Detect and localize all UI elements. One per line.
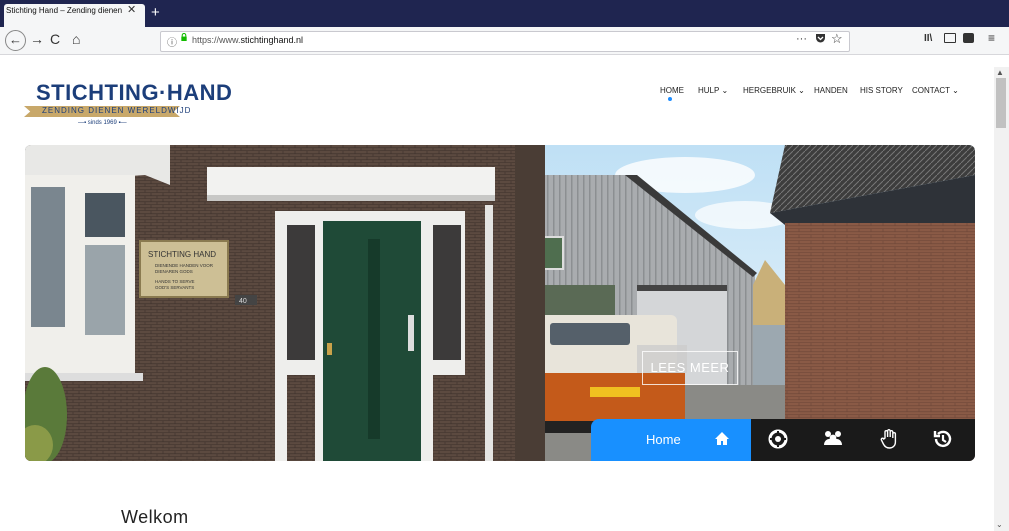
menu-label: HOME bbox=[660, 86, 684, 95]
sidebar-icon[interactable] bbox=[944, 33, 956, 43]
logo-since-text: sinds 1969 bbox=[87, 120, 117, 126]
site-logo-title[interactable]: STICHTING·HAND bbox=[36, 80, 232, 106]
house-number: 40 bbox=[239, 298, 247, 305]
hero-nav-home-label[interactable]: Home bbox=[646, 432, 681, 447]
hand-icon[interactable] bbox=[877, 428, 899, 450]
url-text[interactable]: https://www.stichtinghand.nl bbox=[192, 35, 303, 45]
chevron-down-icon: ⌄ bbox=[721, 86, 729, 95]
new-tab-button[interactable]: + bbox=[151, 4, 160, 21]
site-info-icon[interactable]: ⓘ bbox=[167, 34, 177, 49]
chevron-down-icon: ⌄ bbox=[798, 86, 805, 95]
menu-label: HERGEBRUIK bbox=[743, 86, 796, 95]
lees-meer-button[interactable]: LEES MEER bbox=[642, 351, 738, 385]
library-icon[interactable]: II\ bbox=[924, 33, 932, 44]
scroll-down-icon[interactable]: ⌄ bbox=[996, 520, 1003, 529]
reload-button[interactable]: C bbox=[50, 31, 60, 47]
lifebuoy-icon[interactable] bbox=[767, 428, 789, 450]
menu-label: HULP bbox=[698, 86, 720, 95]
menu-item-home[interactable]: HOME bbox=[660, 86, 684, 95]
home-button[interactable]: ⌂ bbox=[72, 31, 80, 47]
chevron-down-icon: ⌄ bbox=[952, 86, 959, 95]
hero-image: STICHTING HAND DIENENDE HANDEN VOOR DIEN… bbox=[25, 145, 975, 461]
logo-since: —▪ sinds 1969 ▪— bbox=[78, 120, 127, 126]
scroll-up-icon[interactable]: ▲ bbox=[996, 68, 1004, 77]
back-button[interactable]: ← bbox=[5, 30, 26, 51]
sign-text-2: DIENENDE HANDEN VOOR bbox=[155, 263, 214, 268]
menu-label: CONTACT bbox=[912, 86, 950, 95]
home-icon[interactable] bbox=[714, 431, 730, 447]
history-icon[interactable] bbox=[932, 428, 954, 450]
pocket-icon[interactable] bbox=[815, 33, 826, 43]
group-icon[interactable] bbox=[822, 428, 844, 450]
forward-button[interactable]: → bbox=[30, 31, 44, 47]
menu-item-hergebruik[interactable]: HERGEBRUIK ⌄ bbox=[743, 86, 805, 95]
bookmark-star-icon[interactable]: ☆ bbox=[831, 31, 843, 47]
tab-title[interactable]: Stichting Hand – Zending dienen w bbox=[6, 6, 124, 15]
menu-item-contact[interactable]: CONTACT ⌄ bbox=[912, 86, 959, 95]
logo-tagline: ZENDING DIENEN WERELDWIJD bbox=[42, 106, 192, 115]
extension-icon[interactable] bbox=[963, 33, 974, 43]
page-scrollbar[interactable] bbox=[994, 67, 1009, 531]
menu-item-his-story[interactable]: HIS STORY bbox=[860, 86, 903, 95]
menu-item-hulp[interactable]: HULP ⌄ bbox=[698, 86, 728, 95]
url-prefix: https://www. bbox=[192, 35, 241, 45]
sign-text-5: GOD'S SERVANTS bbox=[155, 285, 194, 290]
sign-text-3: DIENAREN GODS bbox=[155, 269, 193, 274]
hamburger-menu-icon[interactable]: ≡ bbox=[988, 31, 995, 45]
sign-text-4: HANDS TO SERVE bbox=[155, 279, 195, 284]
menu-label: HIS STORY bbox=[860, 86, 903, 95]
scrollbar-thumb[interactable] bbox=[996, 78, 1006, 128]
url-domain: stichtinghand.nl bbox=[240, 35, 304, 45]
lock-icon bbox=[181, 33, 187, 41]
menu-item-handen[interactable]: HANDEN bbox=[814, 86, 848, 95]
active-indicator bbox=[668, 97, 672, 101]
menu-label: HANDEN bbox=[814, 86, 848, 95]
page-actions-button[interactable]: ··· bbox=[796, 33, 807, 45]
tab-close-icon[interactable]: ✕ bbox=[127, 3, 136, 16]
welcome-heading: Welkom bbox=[121, 507, 189, 527]
sign-text: STICHTING HAND bbox=[148, 250, 216, 259]
